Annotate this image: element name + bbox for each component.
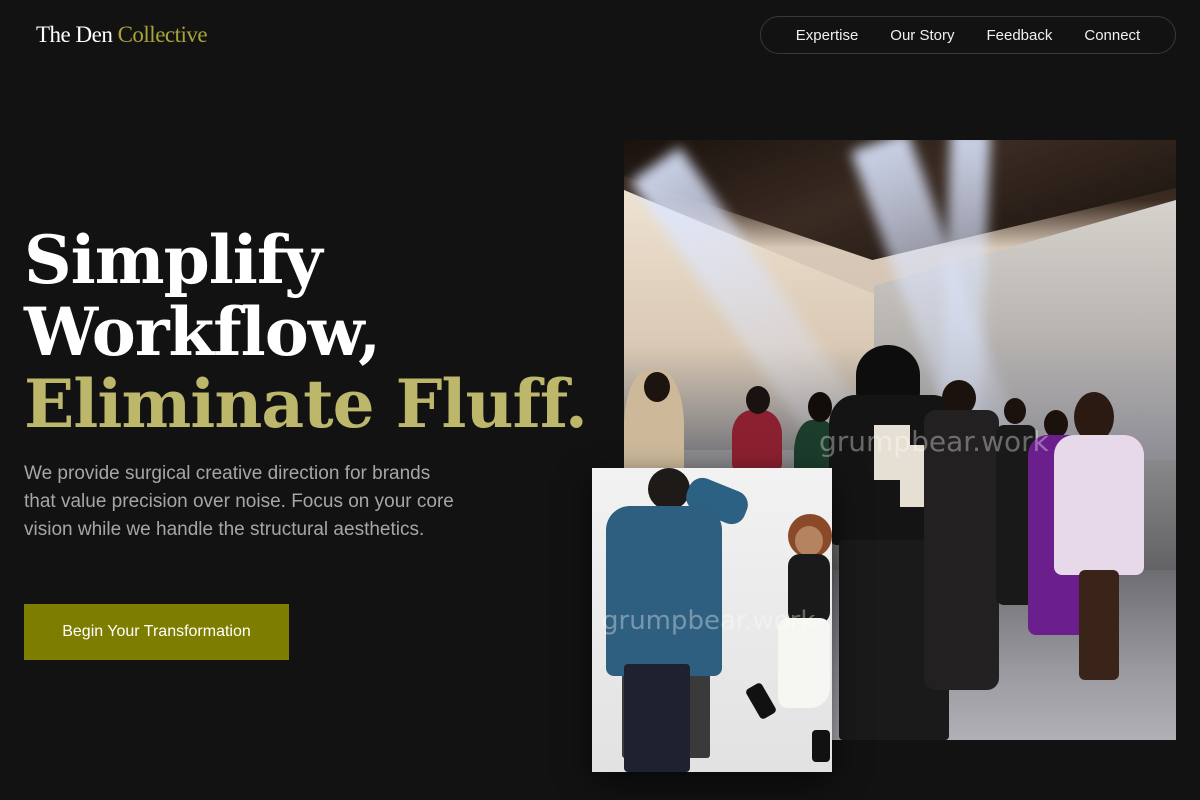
hero-headline: Simplify Workflow, Eliminate Fluff.: [24, 221, 588, 443]
photographer-body: [606, 506, 722, 676]
model-figure: [1079, 570, 1119, 680]
headline-line-1: Simplify: [24, 221, 323, 299]
model-figure: [1054, 435, 1144, 575]
main-nav: Expertise Our Story Feedback Connect: [760, 16, 1176, 54]
hero-lead-text: We provide surgical creative direction f…: [24, 463, 454, 540]
brand-name-primary: The Den: [36, 22, 113, 47]
headline-line-2: Workflow,: [24, 293, 381, 371]
model-figure: [746, 386, 770, 414]
nav-item-feedback[interactable]: Feedback: [986, 27, 1052, 44]
photo-watermark: grumpbear.work: [819, 425, 1049, 458]
brand-name-accent: Collective: [117, 22, 208, 47]
model-figure: [644, 372, 670, 402]
headline-line-3-accent: Eliminate Fluff.: [24, 365, 588, 443]
model-figure: [808, 392, 832, 422]
photographer-legs: [624, 664, 690, 772]
model-face: [795, 526, 823, 556]
photographer-photo: grumpbear.work: [592, 468, 832, 772]
nav-item-connect[interactable]: Connect: [1084, 27, 1140, 44]
nav-item-expertise[interactable]: Expertise: [796, 27, 859, 44]
model-figure: [732, 410, 782, 470]
photographer-head: [648, 468, 690, 510]
photo-watermark: grumpbear.work: [602, 606, 816, 636]
model-figure: [1004, 398, 1026, 424]
model-boot: [812, 730, 830, 762]
brand-logo[interactable]: The Den Collective: [36, 22, 208, 48]
nav-item-our-story[interactable]: Our Story: [890, 27, 954, 44]
begin-transformation-button[interactable]: Begin Your Transformation: [24, 604, 289, 660]
